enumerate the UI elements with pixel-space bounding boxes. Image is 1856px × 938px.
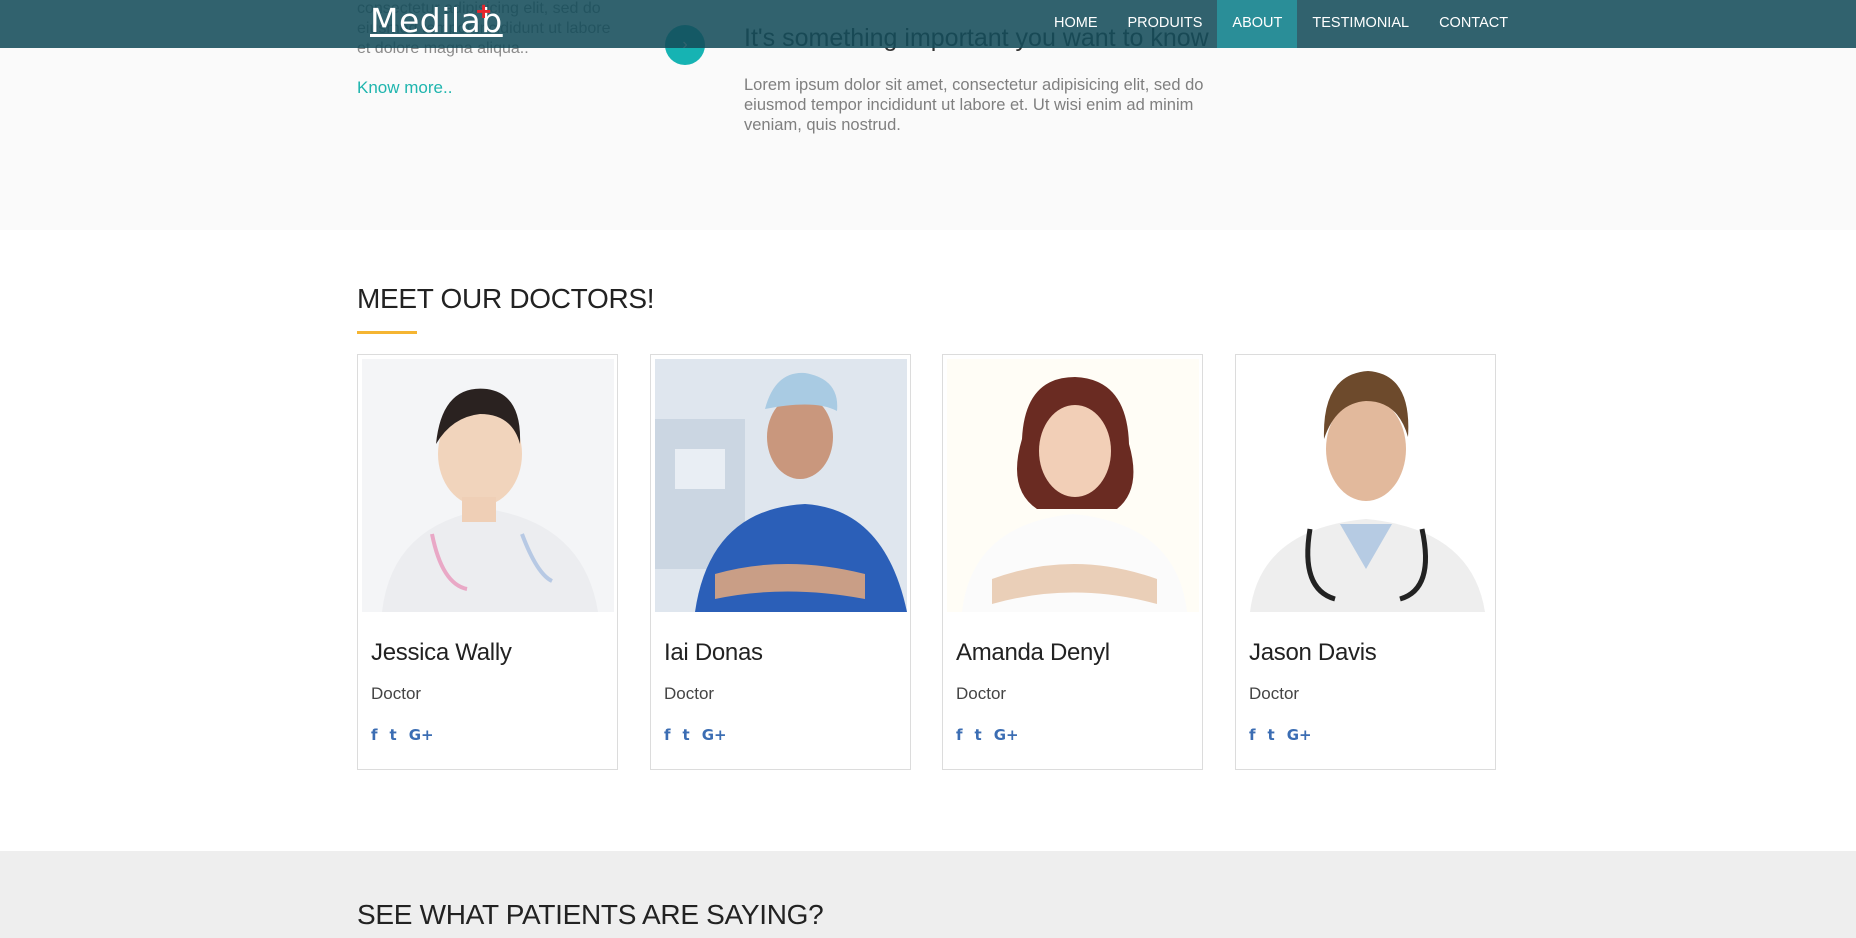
facebook-icon[interactable]: f (1249, 726, 1256, 744)
doctor-photo (362, 359, 614, 612)
doctor-role: Doctor (664, 684, 715, 703)
doctor-card: Jessica Wally Doctor f t G+ (357, 354, 618, 770)
know-more-link[interactable]: Know more.. (357, 78, 452, 98)
social-links: f t G+ (956, 726, 1019, 744)
social-links: f t G+ (1249, 726, 1312, 744)
doctor-name: Amanda Denyl (956, 639, 1110, 666)
doctor-name: Jessica Wally (371, 639, 512, 666)
nav-home[interactable]: HOME (1039, 0, 1113, 48)
twitter-icon[interactable]: t (975, 726, 982, 744)
doctor-photo (655, 359, 907, 612)
doctor-card: Iai Donas Doctor f t G+ (650, 354, 911, 770)
facebook-icon[interactable]: f (371, 726, 378, 744)
nav-produits[interactable]: PRODUITS (1113, 0, 1218, 48)
facebook-icon[interactable]: f (664, 726, 671, 744)
facebook-icon[interactable]: f (956, 726, 963, 744)
testimonial-title: SEE WHAT PATIENTS ARE SAYING? (357, 899, 824, 930)
doctor-card: Jason Davis Doctor f t G+ (1235, 354, 1496, 770)
twitter-icon[interactable]: t (1268, 726, 1275, 744)
twitter-icon[interactable]: t (390, 726, 397, 744)
twitter-icon[interactable]: t (683, 726, 690, 744)
logo-cross-icon: + (476, 0, 492, 26)
social-links: f t G+ (371, 726, 434, 744)
google-plus-icon[interactable]: G+ (702, 726, 727, 744)
doctor-photo (947, 359, 1199, 612)
doctor-photo (1240, 359, 1492, 612)
google-plus-icon[interactable]: G+ (409, 726, 434, 744)
google-plus-icon[interactable]: G+ (1287, 726, 1312, 744)
nav-about[interactable]: ABOUT (1217, 0, 1298, 48)
doctor-role: Doctor (1249, 684, 1300, 703)
doctor-role: Doctor (371, 684, 422, 703)
doctor-role: Doctor (956, 684, 1007, 703)
google-plus-icon[interactable]: G+ (994, 726, 1019, 744)
doctors-title: MEET OUR DOCTORS! (357, 283, 655, 314)
nav-contact[interactable]: CONTACT (1424, 0, 1523, 48)
testimonial-section: SEE WHAT PATIENTS ARE SAYING? (0, 851, 1856, 938)
nav-menu: HOME PRODUITS ABOUT TESTIMONIAL CONTACT (1039, 0, 1523, 48)
about-body: Lorem ipsum dolor sit amet, consectetur … (744, 76, 1204, 134)
social-links: f t G+ (664, 726, 727, 744)
nav-testimonial[interactable]: TESTIMONIAL (1297, 0, 1424, 48)
doctor-card: Amanda Denyl Doctor f t G+ (942, 354, 1203, 770)
doctor-name: Iai Donas (664, 639, 763, 666)
navbar: Medilab + HOME PRODUITS ABOUT TESTIMONIA… (0, 0, 1856, 48)
title-underline (357, 331, 417, 334)
doctor-name: Jason Davis (1249, 639, 1377, 666)
